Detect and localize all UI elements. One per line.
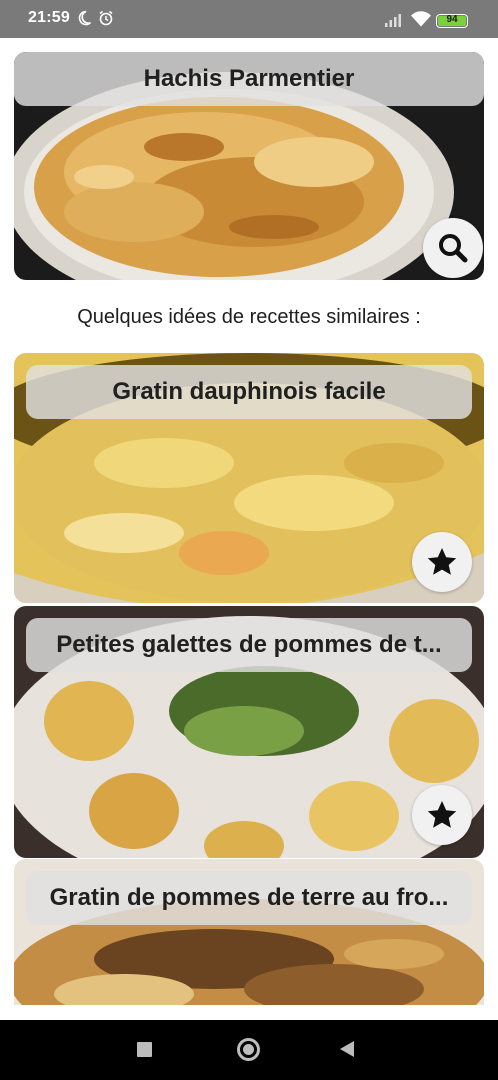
search-icon — [439, 234, 468, 263]
recents-square-icon[interactable] — [137, 1042, 152, 1057]
similar-recipe-title: Gratin dauphinois facile — [26, 365, 472, 419]
moon-icon — [78, 10, 92, 26]
signal-icon — [385, 14, 401, 27]
favorite-button[interactable] — [412, 532, 472, 592]
star-icon — [427, 548, 457, 575]
battery-icon: 94 — [436, 14, 468, 28]
similar-recipe-card[interactable]: Gratin de pommes de terre au fro... — [14, 859, 484, 1005]
status-time: 21:59 — [28, 9, 70, 26]
main-recipe-card[interactable]: Hachis Parmentier — [14, 52, 484, 280]
similar-recipe-card[interactable]: Gratin dauphinois facile — [14, 353, 484, 603]
alarm-icon — [99, 10, 113, 26]
similar-recipe-title: Petites galettes de pommes de t... — [26, 618, 472, 672]
star-icon — [427, 801, 457, 828]
status-bar: 21:59 94 — [0, 0, 498, 38]
similar-recipe-card[interactable]: Petites galettes de pommes de t... — [14, 606, 484, 858]
search-button[interactable] — [423, 218, 483, 278]
main-recipe-title: Hachis Parmentier — [14, 52, 484, 106]
battery-percentage: 94 — [446, 14, 458, 25]
favorite-button[interactable] — [412, 785, 472, 845]
similar-recipes-heading: Quelques idées de recettes similaires : — [77, 306, 421, 328]
similar-recipe-title: Gratin de pommes de terre au fro... — [26, 871, 472, 925]
home-circle-icon[interactable] — [237, 1038, 260, 1061]
back-triangle-icon[interactable] — [340, 1041, 354, 1057]
wifi-icon — [411, 11, 431, 27]
